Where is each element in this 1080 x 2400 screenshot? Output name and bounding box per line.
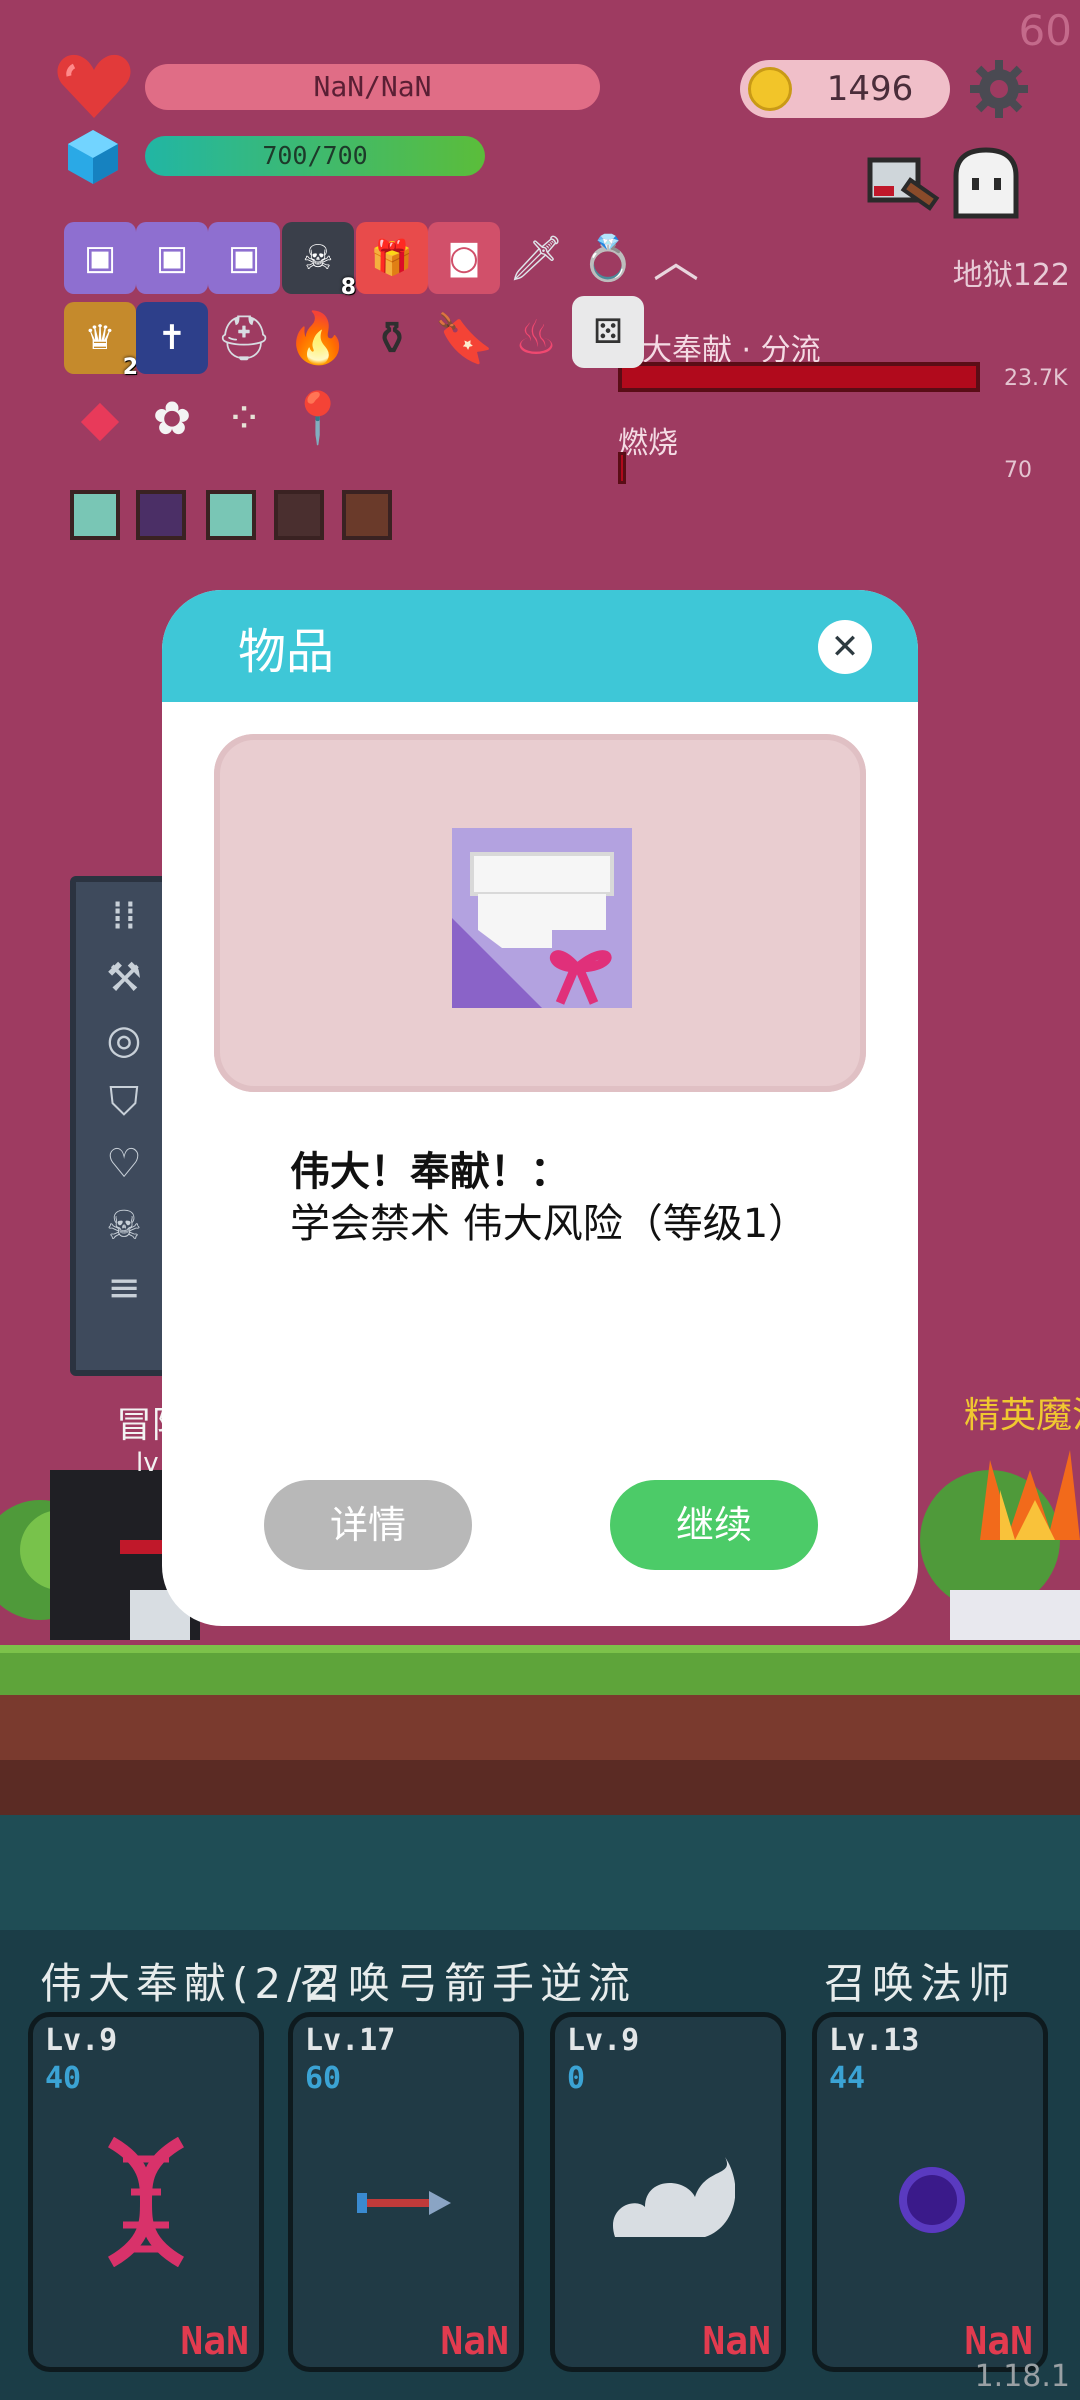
skull-tome-icon[interactable]: ☠ 8	[282, 222, 356, 300]
burn-name: 燃烧	[618, 426, 678, 461]
skill-card[interactable]: Lv.9 0 NaN	[550, 2012, 786, 2372]
skill-card[interactable]: Lv.9 40 NaN	[28, 2012, 264, 2372]
mana-crystal-icon	[68, 130, 118, 184]
skill-cost: NaN	[702, 2319, 771, 2363]
skill-card[interactable]: Lv.17 60 NaN	[288, 2012, 524, 2372]
shield-icon[interactable]: ⛉	[96, 1074, 152, 1130]
elite-enemy-label: 精英魔法	[964, 1395, 1080, 1436]
holy-book-icon[interactable]: ✝	[136, 302, 208, 374]
dirt-deep	[0, 1760, 1080, 1815]
item-description: 伟大！奉献！： 学会禁术 伟大风险（等级1）	[290, 1146, 810, 1250]
gift-icon[interactable]: 🎁	[356, 222, 428, 294]
map-pin-icon[interactable]: 📍	[282, 382, 354, 454]
scroll-ribbon-icon[interactable]: ▣	[136, 222, 208, 294]
flame-icon[interactable]: 🔥	[282, 302, 354, 374]
burn-value: 70	[1004, 458, 1032, 483]
collapse-chevron-icon[interactable]: ︿	[640, 222, 712, 294]
close-button[interactable]: ✕	[818, 620, 872, 674]
skill-cost: NaN	[440, 2319, 509, 2363]
skill-level: Lv.9	[45, 2023, 118, 2058]
enemy-buff-value: 23.7K	[1004, 366, 1068, 391]
dna-icon	[107, 2137, 185, 2267]
scroll-ribbon-icon	[452, 828, 632, 1008]
skill-cost: NaN	[180, 2319, 249, 2363]
ring-icon[interactable]: 💍	[572, 222, 644, 294]
skill-count: 40	[45, 2061, 82, 2096]
relic-lightbulb-icon[interactable]	[70, 490, 120, 540]
arrow-icon	[357, 2191, 451, 2215]
details-button[interactable]: 详情	[264, 1480, 472, 1570]
dialog-title: 物品	[238, 624, 335, 680]
jam-jar-icon[interactable]: ◙	[428, 222, 500, 294]
skill-cost: NaN	[964, 2319, 1033, 2363]
skill-level: Lv.9	[567, 2023, 640, 2058]
viking-helmet-icon[interactable]: ⛑	[208, 302, 280, 374]
skill-count: 0	[567, 2061, 586, 2096]
skill-title-3: 召唤法师	[824, 1959, 1017, 2008]
hero-level: lv	[136, 1448, 159, 1478]
skill-card[interactable]: Lv.13 44 NaN	[812, 2012, 1048, 2372]
dark-orb-icon	[899, 2167, 965, 2233]
book-crown-icon[interactable]: ♛ 2	[64, 302, 138, 380]
relic-fire-icon[interactable]	[342, 490, 392, 540]
continue-button[interactable]: 继续	[610, 1480, 818, 1570]
cluster-icon[interactable]: ⁘	[208, 382, 280, 454]
relic-demon-icon[interactable]	[136, 490, 186, 540]
ruby-icon[interactable]: ◆	[64, 382, 136, 454]
skill-count: 44	[829, 2061, 866, 2096]
ghost-icon	[953, 147, 1019, 219]
menu-lines-icon[interactable]: ≡	[96, 1260, 152, 1316]
heart-shield-icon[interactable]: ♡	[96, 1136, 152, 1192]
dice-icon[interactable]: ⚄	[572, 296, 644, 368]
skill-level: Lv.17	[305, 2023, 396, 2058]
settings-gear-icon[interactable]	[968, 58, 1030, 120]
mp-text: 700/700	[262, 141, 368, 170]
grass-ground	[0, 1645, 1080, 1695]
enemy-buff-bar	[618, 362, 980, 392]
burn-bar	[618, 452, 626, 484]
skill-count: 60	[305, 2061, 342, 2096]
item-effect: 学会禁术 伟大风险（等级1）	[290, 1201, 809, 1247]
version-label: 1.18.1	[974, 2359, 1070, 2394]
crossed-axes-icon[interactable]: ⚒	[96, 950, 152, 1006]
skill-title-1: 伟大奉献(2/2	[40, 1959, 340, 2008]
bookmark-icon[interactable]: 🔖	[428, 302, 500, 374]
dungeon-floor: 地狱122	[952, 258, 1070, 293]
ammo-icon[interactable]: ⁞⁞	[96, 888, 152, 944]
item-name: 伟大！奉献！：	[290, 1149, 570, 1195]
flower-icon[interactable]: ✿	[136, 382, 208, 454]
skill-level: Lv.13	[829, 2023, 920, 2058]
fps-counter: 60	[1018, 6, 1072, 55]
cleaver-icon	[867, 157, 940, 211]
relic-dark-idol-icon[interactable]	[274, 490, 324, 540]
target-icon[interactable]: ◎	[96, 1012, 152, 1068]
coin-icon	[748, 67, 792, 111]
heart-icon	[57, 54, 131, 118]
hp-text: NaN/NaN	[313, 70, 432, 103]
gold-amount: 1496	[826, 69, 914, 109]
skill-title-2: 召唤弓箭手逆流	[300, 1959, 637, 2008]
scroll-ribbon-icon[interactable]: ▣	[64, 222, 136, 294]
cauldron-icon[interactable]: ⚱	[356, 302, 428, 374]
cloud-icon	[613, 2157, 735, 2237]
pink-flame-icon[interactable]: ♨	[500, 302, 572, 374]
relic-lightbulb-icon[interactable]	[206, 490, 256, 540]
item-preview	[214, 734, 866, 1092]
scroll-ribbon-icon[interactable]: ▣	[208, 222, 280, 294]
item-dialog: 物品 ✕ 伟大！奉献！： 学会禁术 伟大风险（等级1） 详情 继续	[162, 590, 918, 1626]
sword-icon[interactable]: 🗡	[500, 222, 572, 294]
horned-skull-icon[interactable]: ☠	[96, 1198, 152, 1254]
